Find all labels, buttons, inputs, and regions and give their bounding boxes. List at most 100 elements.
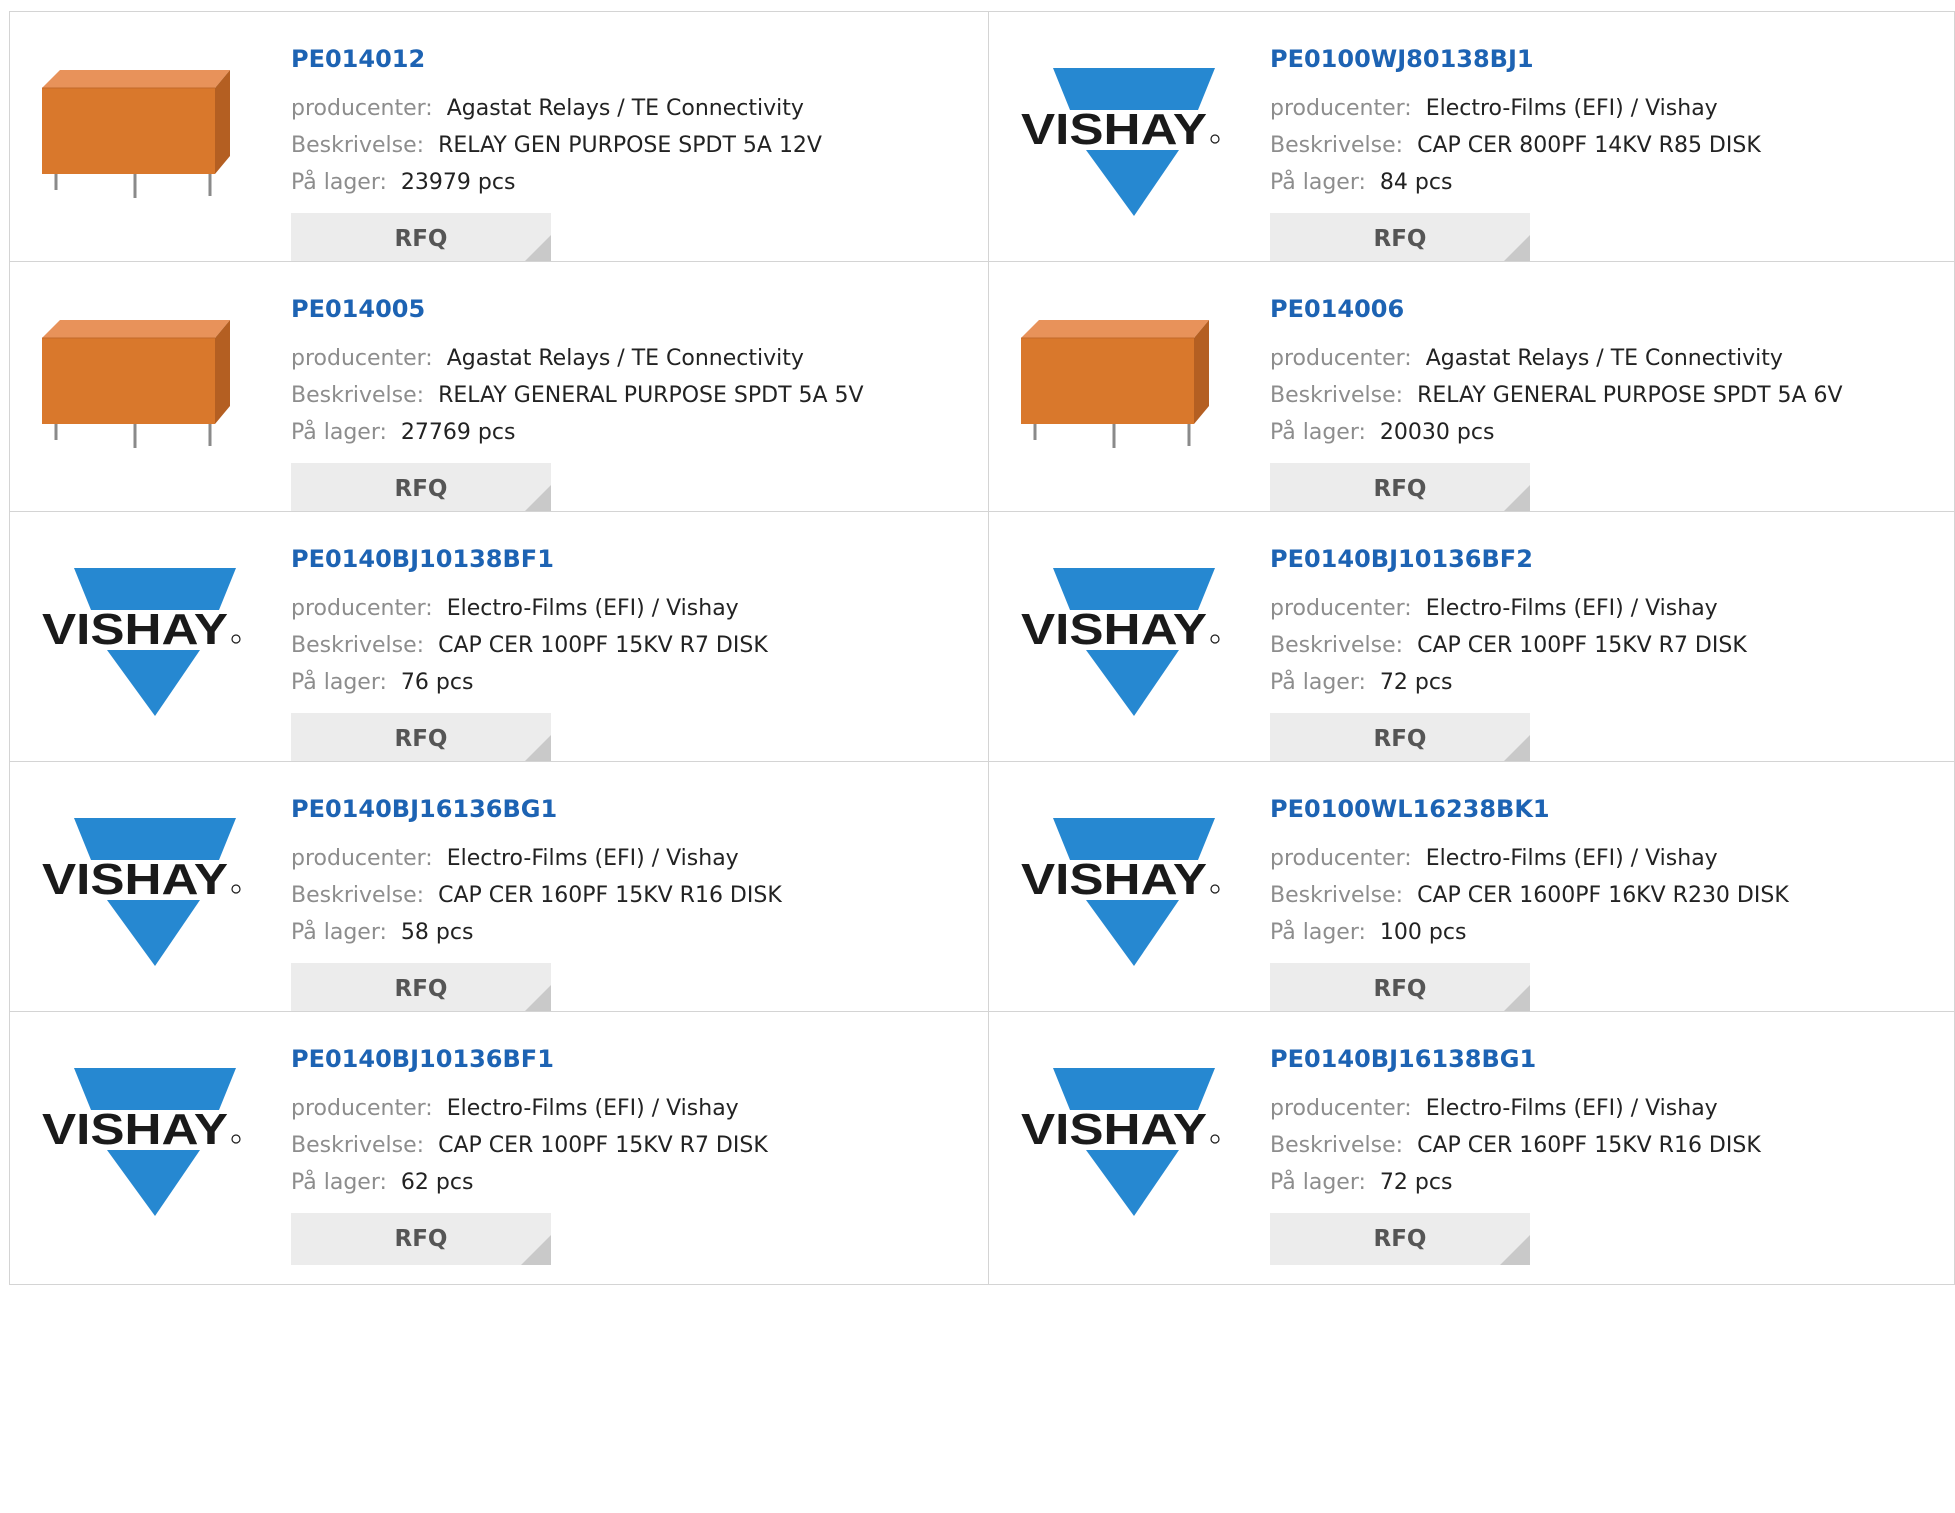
description-value: CAP CER 160PF 15KV R16 DISK [438, 883, 782, 908]
part-number-link[interactable]: PE0140BJ10136BF2 [1270, 545, 1533, 573]
manufacturer-label: producenter: [1270, 1096, 1412, 1121]
stock-label: På lager: [1270, 670, 1366, 695]
rfq-button[interactable]: RFQ [291, 213, 551, 265]
rfq-button[interactable]: RFQ [291, 1213, 551, 1265]
stock-value: 100 pcs [1379, 920, 1467, 945]
stock-row: På lager: 76 pcs [291, 670, 473, 695]
product-image[interactable]: VISHAY [40, 1048, 242, 1250]
stock-row: På lager: 27769 pcs [291, 420, 515, 445]
manufacturer-label: producenter: [291, 596, 433, 621]
vishay-logo-icon: VISHAY [1021, 1068, 1220, 1216]
rfq-label: RFQ [1373, 976, 1427, 1002]
description-row: Beskrivelse: CAP CER 100PF 15KV R7 DISK [291, 633, 768, 658]
manufacturer-row: producenter: Electro-Films (EFI) / Vishay [291, 846, 739, 871]
manufacturer-value: Electro-Films (EFI) / Vishay [446, 596, 739, 621]
part-number-link[interactable]: PE0100WL16238BK1 [1270, 795, 1550, 823]
product-image[interactable]: VISHAY [1019, 548, 1221, 750]
description-value: CAP CER 100PF 15KV R7 DISK [438, 1133, 768, 1158]
description-label: Beskrivelse: [291, 133, 425, 158]
part-number-link[interactable]: PE0140BJ10138BF1 [291, 545, 554, 573]
part-number-link[interactable]: PE0100WJ80138BJ1 [1270, 45, 1534, 73]
manufacturer-value: Agastat Relays / TE Connectivity [1425, 346, 1783, 371]
description-value: RELAY GENERAL PURPOSE SPDT 5A 6V [1417, 383, 1843, 408]
manufacturer-label: producenter: [291, 346, 433, 371]
vishay-logo-icon: VISHAY [42, 1068, 241, 1216]
product-row: VISHAY PE0140BJ10136BF1 producenter: Elec… [9, 1011, 1955, 1285]
product-image[interactable]: VISHAY [40, 798, 242, 1000]
manufacturer-value: Agastat Relays / TE Connectivity [446, 96, 804, 121]
rfq-button[interactable]: RFQ [1270, 213, 1530, 265]
description-label: Beskrivelse: [1270, 883, 1404, 908]
relay-image-icon [1021, 320, 1209, 448]
product-grid: PE014012 producenter: Agastat Relays / TE… [0, 0, 1955, 1513]
product-image[interactable]: VISHAY [1019, 48, 1221, 250]
stock-label: På lager: [1270, 920, 1366, 945]
manufacturer-row: producenter: Agastat Relays / TE Connecti… [291, 346, 804, 371]
description-row: Beskrivelse: CAP CER 160PF 15KV R16 DISK [1270, 1133, 1761, 1158]
vishay-logo-icon: VISHAY [1021, 68, 1220, 216]
part-number-link[interactable]: PE014005 [291, 295, 425, 323]
rfq-button[interactable]: RFQ [1270, 963, 1530, 1015]
description-value: CAP CER 800PF 14KV R85 DISK [1417, 133, 1761, 158]
rfq-label: RFQ [1373, 476, 1427, 502]
corner-fold-decoration [1500, 1235, 1530, 1265]
part-number-link[interactable]: PE0140BJ16136BG1 [291, 795, 557, 823]
rfq-button[interactable]: RFQ [291, 963, 551, 1015]
part-number-link[interactable]: PE014012 [291, 45, 425, 73]
manufacturer-value: Agastat Relays / TE Connectivity [446, 346, 804, 371]
rfq-label: RFQ [394, 976, 448, 1002]
description-value: CAP CER 160PF 15KV R16 DISK [1417, 1133, 1761, 1158]
part-number-link[interactable]: PE0140BJ16138BG1 [1270, 1045, 1536, 1073]
stock-label: På lager: [1270, 420, 1366, 445]
stock-value: 72 pcs [1379, 1170, 1453, 1195]
rfq-button[interactable]: RFQ [1270, 713, 1530, 765]
stock-row: På lager: 23979 pcs [291, 170, 515, 195]
manufacturer-row: producenter: Electro-Films (EFI) / Vishay [1270, 596, 1718, 621]
stock-value: 72 pcs [1379, 670, 1453, 695]
product-card: VISHAY PE0140BJ10136BF2 producenter: Elec… [988, 511, 1955, 785]
relay-image-icon [42, 320, 230, 448]
svg-text:VISHAY: VISHAY [42, 605, 228, 654]
product-image[interactable] [40, 48, 242, 250]
product-image[interactable] [40, 298, 242, 500]
description-row: Beskrivelse: CAP CER 100PF 15KV R7 DISK [1270, 633, 1747, 658]
svg-text:VISHAY: VISHAY [1021, 105, 1207, 154]
description-label: Beskrivelse: [1270, 383, 1404, 408]
stock-value: 23979 pcs [400, 170, 516, 195]
manufacturer-row: producenter: Electro-Films (EFI) / Vishay [291, 1096, 739, 1121]
rfq-button[interactable]: RFQ [1270, 1213, 1530, 1265]
product-image[interactable]: VISHAY [40, 548, 242, 750]
stock-row: På lager: 58 pcs [291, 920, 473, 945]
rfq-button[interactable]: RFQ [291, 713, 551, 765]
manufacturer-value: Electro-Films (EFI) / Vishay [446, 846, 739, 871]
svg-text:VISHAY: VISHAY [42, 1105, 228, 1154]
stock-label: På lager: [291, 420, 387, 445]
manufacturer-row: producenter: Electro-Films (EFI) / Vishay [1270, 96, 1718, 121]
description-row: Beskrivelse: CAP CER 1600PF 16KV R230 DIS… [1270, 883, 1789, 908]
stock-row: På lager: 20030 pcs [1270, 420, 1494, 445]
product-image[interactable]: VISHAY [1019, 798, 1221, 1000]
stock-label: På lager: [291, 670, 387, 695]
manufacturer-label: producenter: [291, 846, 433, 871]
rfq-label: RFQ [1373, 226, 1427, 252]
product-row: PE014005 producenter: Agastat Relays / TE… [9, 261, 1955, 535]
rfq-label: RFQ [394, 726, 448, 752]
svg-text:VISHAY: VISHAY [42, 855, 228, 904]
part-number-link[interactable]: PE0140BJ10136BF1 [291, 1045, 554, 1073]
description-row: Beskrivelse: RELAY GENERAL PURPOSE SPDT 5… [291, 383, 864, 408]
stock-value: 27769 pcs [400, 420, 516, 445]
stock-value: 58 pcs [400, 920, 474, 945]
part-number-link[interactable]: PE014006 [1270, 295, 1404, 323]
manufacturer-label: producenter: [291, 96, 433, 121]
product-image[interactable] [1019, 298, 1221, 500]
stock-label: På lager: [1270, 170, 1366, 195]
manufacturer-value: Electro-Films (EFI) / Vishay [1425, 96, 1718, 121]
stock-label: På lager: [291, 920, 387, 945]
description-value: CAP CER 100PF 15KV R7 DISK [1417, 633, 1747, 658]
rfq-button[interactable]: RFQ [291, 463, 551, 515]
description-label: Beskrivelse: [291, 883, 425, 908]
description-value: RELAY GEN PURPOSE SPDT 5A 12V [438, 133, 822, 158]
product-card: VISHAY PE0140BJ10136BF1 producenter: Elec… [9, 1011, 989, 1285]
product-image[interactable]: VISHAY [1019, 1048, 1221, 1250]
rfq-button[interactable]: RFQ [1270, 463, 1530, 515]
